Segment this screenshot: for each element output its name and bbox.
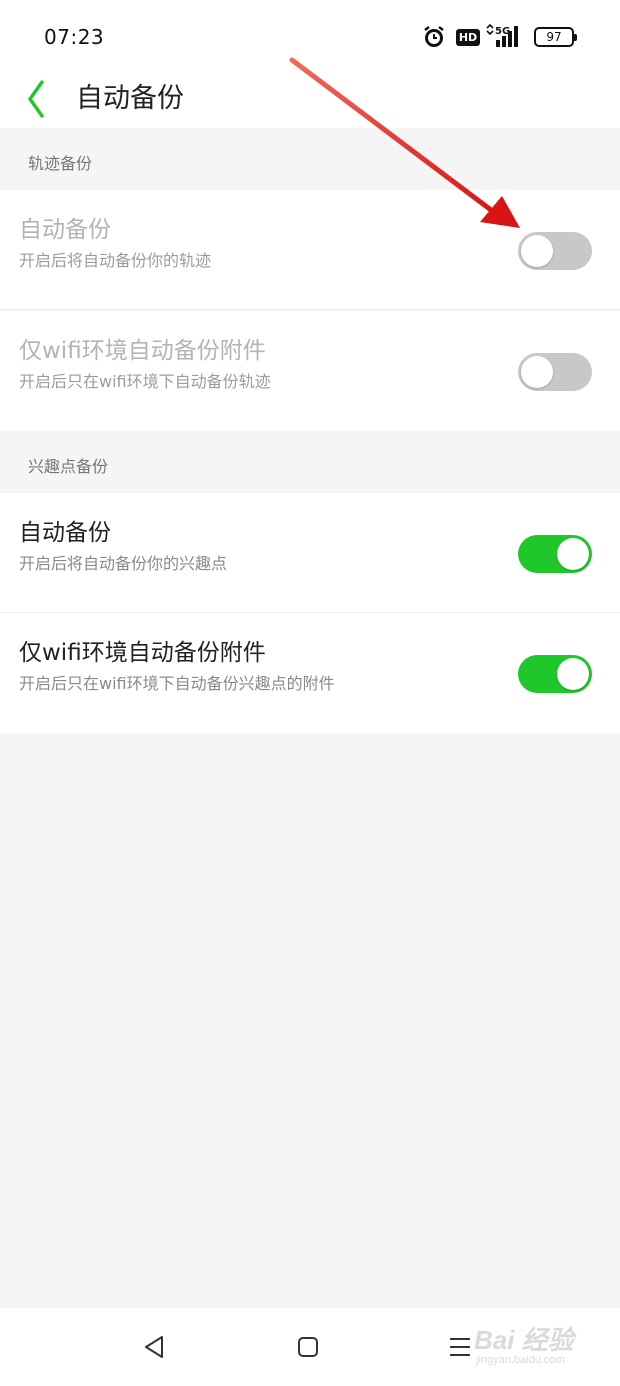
toggle-poi-wifi-backup[interactable] xyxy=(518,655,592,693)
setting-row-poi-wifi-backup[interactable]: 仅wifi环境自动备份附件 开启后只在wifi环境下自动备份兴趣点的附件 xyxy=(0,613,620,733)
toggle-knob xyxy=(521,356,553,388)
page-title: 自动备份 xyxy=(76,83,184,114)
battery-icon: 97 xyxy=(534,27,577,47)
alarm-clock-icon xyxy=(424,26,444,47)
status-icons: HD 5G 97 xyxy=(394,24,577,50)
toggle-knob xyxy=(557,658,589,690)
setting-description: 开启后将自动备份你的轨迹 xyxy=(19,251,212,270)
status-time: 07:23 xyxy=(44,25,105,49)
section-label: 兴趣点备份 xyxy=(28,457,109,476)
setting-row-track-wifi-backup[interactable]: 仅wifi环境自动备份附件 开启后只在wifi环境下自动备份轨迹 xyxy=(0,311,620,431)
setting-description: 开启后只在wifi环境下自动备份轨迹 xyxy=(19,372,271,391)
toggle-knob xyxy=(557,538,589,570)
setting-row-poi-auto-backup[interactable]: 自动备份 开启后将自动备份你的兴趣点 xyxy=(0,493,620,613)
hd-voice-badge: HD xyxy=(456,29,480,46)
section-header-poi-backup: 兴趣点备份 xyxy=(0,431,620,493)
setting-title: 仅wifi环境自动备份附件 xyxy=(19,640,266,666)
setting-description: 开启后只在wifi环境下自动备份兴趣点的附件 xyxy=(19,674,335,693)
back-button[interactable] xyxy=(18,70,58,118)
battery-level: 97 xyxy=(546,30,562,44)
setting-title: 仅wifi环境自动备份附件 xyxy=(19,338,266,364)
triangle-back-icon[interactable] xyxy=(142,1334,166,1360)
square-home-icon[interactable] xyxy=(297,1336,319,1358)
setting-title: 自动备份 xyxy=(19,217,111,243)
watermark-url: jingyan.baidu.com xyxy=(476,1354,565,1366)
section-label: 轨迹备份 xyxy=(28,154,93,173)
setting-title: 自动备份 xyxy=(19,520,111,546)
watermark-logo: Bai 经验 xyxy=(474,1325,574,1355)
network-label: 5G xyxy=(495,26,510,37)
5g-signal-icon: 5G xyxy=(486,24,518,47)
chevron-left-icon xyxy=(28,80,44,118)
toggle-poi-auto-backup[interactable] xyxy=(518,535,592,573)
menu-lines-icon[interactable] xyxy=(449,1336,471,1358)
baidu-jingyan-watermark: Bai 经验 jingyan.baidu.com xyxy=(474,1318,594,1374)
toggle-track-wifi-backup[interactable] xyxy=(518,353,592,391)
annotation-arrow-icon xyxy=(289,57,520,228)
setting-description: 开启后将自动备份你的兴趣点 xyxy=(19,554,228,573)
